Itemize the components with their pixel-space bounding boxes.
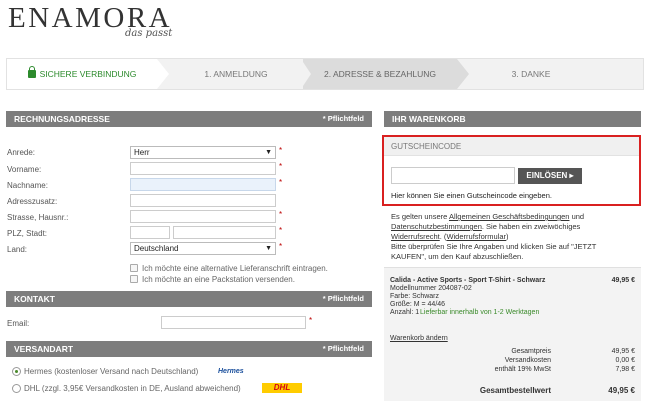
- dhl-logo: DHL: [262, 383, 302, 393]
- cart-title: IHR WARENKORB: [392, 114, 466, 124]
- vat-value: 7,98 €: [615, 366, 635, 373]
- required-star: *: [279, 210, 283, 219]
- item-size: Größe: M = 44/46: [390, 301, 446, 308]
- shipping-title: VERSANDART: [14, 344, 74, 354]
- shipping-cost-value: 0,00 €: [615, 357, 635, 364]
- item-model: Modellnummer 204087-02: [390, 285, 472, 292]
- packstation-label[interactable]: Ich möchte an eine Packstation versenden…: [142, 275, 295, 284]
- step-divider: [457, 59, 469, 89]
- coupon-input[interactable]: [391, 167, 515, 184]
- salutation-value: Herr: [134, 148, 150, 157]
- item-name: Calida - Active Sports - Sport T-Shirt -…: [390, 277, 546, 284]
- firstname-label: Vorname:: [7, 165, 42, 174]
- email-label: Email:: [7, 319, 30, 328]
- step-label: 3. DANKE: [511, 69, 551, 79]
- required-note: * Pflichtfeld: [322, 344, 364, 353]
- required-note: * Pflichtfeld: [322, 114, 364, 123]
- step-label: SICHERE VERBINDUNG: [39, 69, 137, 79]
- cart-summary: Calida - Active Sports - Sport T-Shirt -…: [384, 267, 641, 401]
- dhl-radio[interactable]: [12, 384, 21, 393]
- grand-total-label: Gesamtbestellwert: [479, 386, 551, 395]
- required-star: *: [279, 146, 283, 155]
- grand-total-value: 49,95 €: [608, 386, 635, 395]
- hermes-label[interactable]: Hermes (kostenloser Versand nach Deutsch…: [24, 367, 198, 376]
- dhl-label[interactable]: DHL (zzgl. 3,95€ Versandkosten in DE, Au…: [24, 384, 241, 393]
- change-cart-link[interactable]: Warenkorb ändern: [390, 335, 448, 342]
- terms-part: ): [506, 232, 509, 241]
- lock-icon: [27, 66, 36, 78]
- required-star: *: [309, 316, 313, 325]
- item-color: Farbe: Schwarz: [390, 293, 440, 300]
- salutation-label: Anrede:: [7, 148, 36, 157]
- required-star: *: [279, 162, 283, 171]
- check-note-line: Bitte überprüfen Sie Ihre Angaben und kl…: [391, 242, 597, 251]
- item-price: 49,95 €: [611, 277, 635, 284]
- step-secure-connection: SICHERE VERBINDUNG: [7, 59, 157, 89]
- check-note-line: KAUFEN", um den Kauf abzuschließen.: [391, 252, 524, 261]
- required-star: *: [279, 178, 283, 187]
- street-label: Strasse, Hausnr.:: [7, 213, 69, 222]
- step-divider: [157, 59, 169, 89]
- cart-header: IHR WARENKORB: [384, 111, 641, 127]
- item-qty: Anzahl: 1: [390, 309, 420, 316]
- chevron-down-icon: ▼: [265, 245, 272, 252]
- shipping-cost-label: Versandkosten: [504, 357, 551, 364]
- terms-part: Es gelten unsere: [391, 212, 449, 221]
- required-note: * Pflichtfeld: [322, 294, 364, 303]
- contact-header: KONTAKT * Pflichtfeld: [6, 291, 372, 307]
- address-extra-label: Adresszusatz:: [7, 197, 58, 206]
- zip-city-label: PLZ, Stadt:: [7, 229, 48, 238]
- hermes-logo: Hermes: [218, 368, 244, 375]
- coupon-hint: Hier können Sie einen Gutscheincode eing…: [391, 191, 552, 200]
- terms-text: Es gelten unsere Allgemeinen Geschäftsbe…: [391, 212, 641, 242]
- country-select[interactable]: Deutschland ▼: [130, 242, 276, 255]
- redeem-button[interactable]: EINLÖSEN ▸: [518, 168, 582, 184]
- lastname-input[interactable]: [130, 178, 276, 191]
- packstation-checkbox[interactable]: [130, 275, 138, 283]
- coupon-title: GUTSCHEINCODE: [384, 137, 639, 156]
- billing-title: RECHNUNGSADRESSE: [14, 114, 110, 124]
- country-label: Land:: [7, 245, 28, 254]
- brand-logo[interactable]: ENAMORA das passt: [8, 2, 172, 39]
- total-label: Gesamtpreis: [511, 348, 551, 355]
- zip-input[interactable]: [130, 226, 170, 239]
- billing-header: RECHNUNGSADRESSE * Pflichtfeld: [6, 111, 372, 127]
- required-star: *: [279, 242, 283, 251]
- step-label: 1. ANMELDUNG: [204, 69, 268, 79]
- total-value: 49,95 €: [611, 348, 635, 355]
- step-anmeldung[interactable]: 1. ANMELDUNG: [171, 59, 301, 89]
- vat-label: enthält 19% MwSt: [494, 366, 551, 373]
- step-danke: 3. DANKE: [471, 59, 591, 89]
- lastname-label: Nachname:: [7, 181, 48, 190]
- item-delivery: Lieferbar innerhalb von 1-2 Werktagen: [420, 309, 540, 316]
- city-input[interactable]: [173, 226, 276, 239]
- firstname-input[interactable]: [130, 162, 276, 175]
- salutation-select[interactable]: Herr ▼: [130, 146, 276, 159]
- chevron-down-icon: ▼: [265, 149, 272, 156]
- agb-link[interactable]: Allgemeinen Geschäftsbedingungen: [449, 212, 570, 221]
- step-divider: [301, 59, 311, 89]
- alt-address-checkbox[interactable]: [130, 264, 138, 272]
- contact-title: KONTAKT: [14, 294, 55, 304]
- privacy-link[interactable]: Datenschutzbestimmungen: [391, 222, 482, 231]
- step-adresse-bezahlung: 2. ADRESSE & BEZAHLUNG: [303, 59, 457, 89]
- step-label: 2. ADRESSE & BEZAHLUNG: [324, 69, 436, 79]
- shipping-header: VERSANDART * Pflichtfeld: [6, 341, 372, 357]
- withdrawal-link[interactable]: Widerrufsrecht: [391, 232, 440, 241]
- checkout-steps: SICHERE VERBINDUNG 1. ANMELDUNG 2. ADRES…: [6, 58, 644, 90]
- address-extra-input[interactable]: [130, 194, 276, 207]
- check-note: Bitte überprüfen Sie Ihre Angaben und kl…: [391, 242, 641, 262]
- hermes-radio[interactable]: [12, 367, 21, 376]
- email-input[interactable]: [161, 316, 306, 329]
- country-value: Deutschland: [134, 244, 179, 253]
- brand-tagline: das passt: [125, 28, 173, 39]
- alt-address-label[interactable]: Ich möchte eine alternative Lieferanschr…: [142, 264, 328, 273]
- withdrawal-form-link[interactable]: Widerrufsformular: [446, 232, 506, 241]
- terms-part: und: [569, 212, 585, 221]
- street-input[interactable]: [130, 210, 276, 223]
- coupon-box: GUTSCHEINCODE EINLÖSEN ▸ Hier können Sie…: [382, 135, 641, 206]
- required-star: *: [279, 226, 283, 235]
- terms-part: . Sie haben ein zweiwöchiges: [481, 222, 581, 231]
